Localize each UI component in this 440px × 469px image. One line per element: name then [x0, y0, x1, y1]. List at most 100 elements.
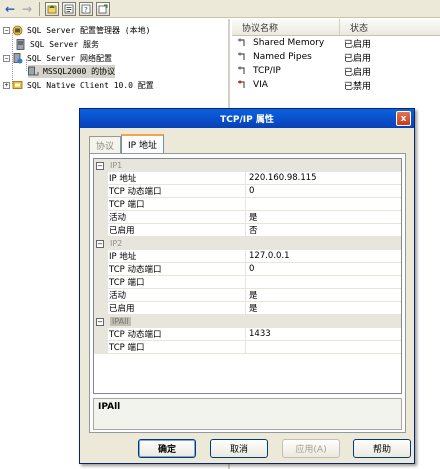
help-icon[interactable]: ?: [79, 1, 93, 16]
properties-icon[interactable]: [62, 1, 76, 16]
toolbar-separator: [39, 1, 40, 16]
property-key: TCP 动态端口: [108, 263, 246, 275]
property-row[interactable]: 已启用否: [94, 224, 401, 237]
property-row[interactable]: 已启用是: [94, 302, 401, 315]
protocols-icon: [28, 66, 39, 77]
property-key: IP 地址: [108, 250, 246, 262]
property-row[interactable]: TCP 动态端口 0: [94, 185, 401, 198]
ok-button[interactable]: 确定: [138, 439, 196, 458]
tab-panel: − IP1 IP 地址 220.160.98.115 TCP 动态端口 0 TCP …: [89, 153, 406, 433]
tree-item-network-config[interactable]: − SQL Server 网络配置: [3, 52, 112, 65]
list-row[interactable]: Named Pipes 已启用: [232, 50, 440, 64]
dialog-title: TCP/IP 属性: [220, 115, 274, 125]
protocol-name: Named Pipes: [253, 52, 312, 62]
collapse-toggle-icon[interactable]: −: [96, 317, 104, 326]
collapse-toggle-icon[interactable]: −: [3, 27, 10, 34]
tab-strip: 协议 IP 地址: [89, 134, 164, 153]
property-value[interactable]: 是: [246, 211, 401, 223]
up-icon[interactable]: [45, 1, 59, 16]
tab-protocol[interactable]: 协议: [89, 136, 122, 153]
back-arrow-icon[interactable]: ←: [3, 2, 17, 16]
property-value[interactable]: [246, 276, 401, 288]
help-button[interactable]: 帮助: [353, 439, 411, 458]
group-label: IPAll: [110, 317, 131, 326]
property-row[interactable]: TCP 端口: [94, 276, 401, 289]
tab-ip-addresses[interactable]: IP 地址: [121, 134, 164, 153]
property-row[interactable]: 活动是: [94, 289, 401, 302]
tree-item-protocols[interactable]: MSSQL2000 的协议: [28, 65, 116, 78]
property-value[interactable]: 0: [246, 263, 401, 275]
close-icon[interactable]: x: [396, 111, 411, 126]
property-value[interactable]: 220.160.98.115: [246, 172, 401, 184]
property-key: 已启用: [108, 302, 246, 314]
services-icon: [15, 39, 26, 50]
property-key: 已启用: [108, 224, 246, 236]
protocol-icon: [237, 80, 251, 90]
forward-arrow-icon[interactable]: →: [20, 2, 34, 16]
network-icon: [12, 53, 23, 64]
property-row[interactable]: 活动是: [94, 211, 401, 224]
apply-button[interactable]: 应用(A): [282, 439, 340, 458]
property-row[interactable]: TCP 动态端口 1433: [94, 328, 401, 341]
protocol-name: Shared Memory: [253, 38, 325, 48]
export-icon[interactable]: [96, 1, 110, 16]
cancel-button[interactable]: 取消: [210, 439, 268, 458]
expand-toggle-icon[interactable]: +: [3, 82, 10, 89]
property-value[interactable]: [246, 198, 401, 210]
group-label: IP1: [110, 161, 123, 170]
list-header: 协议名称 状态: [232, 19, 440, 36]
tree-item-services[interactable]: SQL Server 服务: [15, 38, 99, 51]
property-row[interactable]: IP 地址 127.0.0.1: [94, 250, 401, 263]
property-key: TCP 端口: [108, 198, 246, 210]
tree-item-label: SQL Server 服务: [30, 40, 99, 49]
property-value[interactable]: 127.0.0.1: [246, 250, 401, 262]
property-value[interactable]: 否: [246, 224, 401, 236]
list-row[interactable]: TCP/IP 已启用: [232, 64, 440, 78]
protocol-state: 已启用: [344, 53, 372, 64]
server-manager-icon: [12, 25, 23, 36]
collapse-toggle-icon[interactable]: −: [96, 161, 104, 170]
property-key: 活动: [108, 211, 246, 223]
protocol-name: TCP/IP: [253, 66, 281, 76]
property-value[interactable]: 是: [246, 289, 401, 301]
tree-item-label: SQL Server 网络配置: [27, 54, 112, 63]
list-row[interactable]: VIA 已禁用: [232, 78, 440, 92]
tree-item-root[interactable]: − SQL Server 配置管理器 (本地): [3, 24, 150, 37]
group-label: IP2: [110, 239, 123, 248]
dialog-button-bar: 确定 取消 应用(A) 帮助: [80, 439, 416, 459]
property-key: TCP 端口: [108, 341, 246, 353]
column-header-protocol-name[interactable]: 协议名称: [232, 19, 340, 35]
property-value[interactable]: 0: [246, 185, 401, 197]
collapse-toggle-icon[interactable]: −: [96, 239, 104, 248]
group-header-ip1[interactable]: − IP1: [94, 159, 401, 172]
protocol-state: 已启用: [344, 39, 372, 50]
property-value[interactable]: 是: [246, 302, 401, 314]
protocol-name: VIA: [253, 80, 268, 90]
property-value[interactable]: [246, 341, 401, 353]
property-row[interactable]: TCP 端口: [94, 341, 401, 354]
protocol-icon: [237, 66, 251, 76]
property-grid: − IP1 IP 地址 220.160.98.115 TCP 动态端口 0 TCP …: [93, 158, 402, 394]
property-key: 活动: [108, 289, 246, 301]
column-header-state[interactable]: 状态: [340, 19, 440, 35]
property-row[interactable]: IP 地址 220.160.98.115: [94, 172, 401, 185]
group-header-ipall[interactable]: − IPAll: [94, 315, 401, 328]
svg-text:?: ?: [84, 6, 88, 14]
dialog-title-bar[interactable]: TCP/IP 属性 x: [80, 109, 414, 128]
property-row[interactable]: TCP 动态端口 0: [94, 263, 401, 276]
tree-item-native-client[interactable]: + SQL Native Client 10.0 配置: [3, 79, 154, 92]
property-row[interactable]: TCP 端口: [94, 198, 401, 211]
collapse-toggle-icon[interactable]: −: [3, 55, 10, 62]
protocol-state: 已启用: [344, 67, 372, 78]
tree-item-label: SQL Native Client 10.0 配置: [27, 81, 154, 90]
protocol-state: 已禁用: [344, 81, 372, 92]
property-key: IP 地址: [108, 172, 246, 184]
property-key: TCP 端口: [108, 276, 246, 288]
protocol-icon: [237, 38, 251, 48]
protocol-icon: [237, 52, 251, 62]
tcpip-properties-dialog: TCP/IP 属性 x 协议 IP 地址 − IP1 IP 地址 220.160.…: [79, 108, 415, 464]
property-value[interactable]: 1433: [246, 328, 401, 340]
list-row[interactable]: Shared Memory 已启用: [232, 36, 440, 50]
tree-item-label: MSSQL2000 的协议: [43, 67, 116, 76]
group-header-ip2[interactable]: − IP2: [94, 237, 401, 250]
